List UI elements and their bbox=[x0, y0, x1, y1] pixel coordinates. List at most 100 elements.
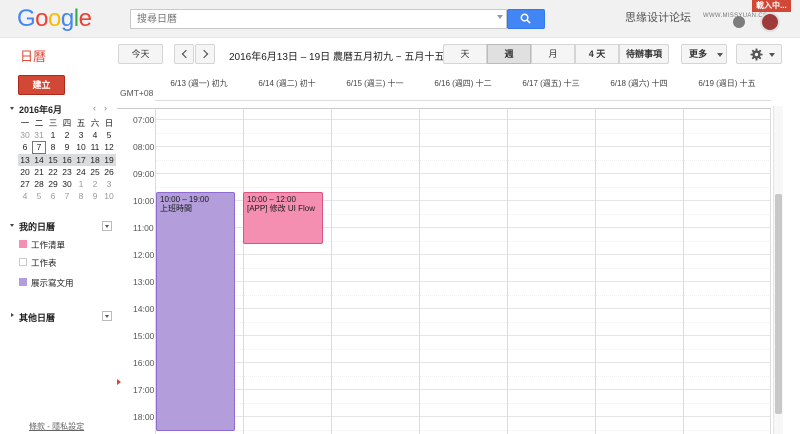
day-header[interactable]: 6/17 (週五) 十三 bbox=[507, 78, 595, 89]
mini-calendar-day[interactable]: 25 bbox=[88, 166, 102, 178]
mini-calendar-day[interactable]: 30 bbox=[60, 178, 74, 190]
mini-calendar-day[interactable]: 12 bbox=[102, 141, 116, 153]
hour-row[interactable] bbox=[155, 146, 771, 173]
hour-row[interactable] bbox=[155, 254, 771, 281]
mini-calendar-day[interactable]: 2 bbox=[88, 178, 102, 190]
mini-calendar-day[interactable]: 6 bbox=[18, 141, 32, 153]
mini-calendar-day[interactable]: 15 bbox=[46, 153, 60, 166]
hour-row[interactable] bbox=[155, 281, 771, 308]
mini-calendar-day[interactable]: 20 bbox=[18, 166, 32, 178]
hour-row[interactable] bbox=[155, 308, 771, 335]
hour-row[interactable] bbox=[155, 109, 771, 119]
other-calendars-menu-button[interactable] bbox=[102, 311, 112, 321]
search-input[interactable] bbox=[131, 10, 493, 28]
hour-row[interactable] bbox=[155, 362, 771, 389]
scrollbar-thumb[interactable] bbox=[775, 194, 782, 414]
view-agenda-button[interactable]: 待辦事項 bbox=[619, 44, 669, 64]
more-button[interactable]: 更多 bbox=[681, 44, 727, 64]
next-period-button[interactable] bbox=[195, 44, 215, 64]
expand-other-calendars-icon[interactable] bbox=[11, 313, 14, 317]
day-header[interactable]: 6/13 (週一) 初九 bbox=[155, 78, 243, 89]
mini-calendar-day[interactable]: 4 bbox=[18, 190, 32, 202]
avatar[interactable] bbox=[760, 12, 780, 32]
collapse-mini-calendar-icon[interactable] bbox=[10, 107, 14, 110]
mini-calendar-day[interactable]: 24 bbox=[74, 166, 88, 178]
other-calendars-title[interactable]: 其他日曆 bbox=[19, 311, 55, 324]
mini-calendar-week: 27 28 29 30 1 2 3 bbox=[18, 178, 116, 190]
mini-calendar-day[interactable]: 19 bbox=[102, 153, 116, 166]
mini-calendar-day[interactable]: 5 bbox=[32, 190, 46, 202]
mini-calendar-day[interactable]: 21 bbox=[32, 166, 46, 178]
mini-calendar-day[interactable]: 2 bbox=[60, 129, 74, 141]
view-day-button[interactable]: 天 bbox=[443, 44, 487, 64]
mini-calendar-day[interactable]: 5 bbox=[102, 129, 116, 141]
mini-calendar-day[interactable]: 11 bbox=[88, 141, 102, 153]
mini-calendar-day[interactable]: 18 bbox=[88, 153, 102, 166]
view-month-button[interactable]: 月 bbox=[531, 44, 575, 64]
search-button[interactable] bbox=[507, 9, 545, 29]
mini-calendar-prev-button[interactable]: ‹ bbox=[93, 103, 96, 113]
mini-calendar-day[interactable]: 8 bbox=[46, 141, 60, 153]
mini-calendar-day[interactable]: 28 bbox=[32, 178, 46, 190]
previous-period-button[interactable] bbox=[174, 44, 194, 64]
event-work-hours[interactable]: 10:00 – 19:00 上班時間 bbox=[156, 192, 235, 431]
calendar-color-swatch[interactable] bbox=[19, 278, 27, 286]
day-header[interactable]: 6/19 (週日) 十五 bbox=[683, 78, 771, 89]
day-header[interactable]: 6/15 (週三) 十一 bbox=[331, 78, 419, 89]
day-header[interactable]: 6/16 (週四) 十二 bbox=[419, 78, 507, 89]
mini-calendar-day[interactable]: 29 bbox=[46, 178, 60, 190]
settings-button[interactable] bbox=[736, 44, 782, 64]
mini-calendar-day[interactable]: 10 bbox=[102, 190, 116, 202]
mini-calendar-day[interactable]: 8 bbox=[74, 190, 88, 202]
date-range-title: 2016年6月13日 – 19日 農曆五月初九 ~ 五月十五 bbox=[229, 52, 445, 63]
mini-calendar-day[interactable]: 23 bbox=[60, 166, 74, 178]
mini-calendar-day[interactable]: 7 bbox=[60, 190, 74, 202]
mini-calendar-day[interactable]: 26 bbox=[102, 166, 116, 178]
mini-calendar-day[interactable]: 4 bbox=[88, 129, 102, 141]
mini-calendar-day[interactable]: 30 bbox=[18, 129, 32, 141]
mini-calendar-day[interactable]: 14 bbox=[32, 153, 46, 166]
google-logo[interactable]: Google bbox=[17, 6, 92, 32]
event-modify-ui-flow[interactable]: 10:00 – 12:00 [APP] 修改 UI Flow bbox=[243, 192, 323, 244]
day-column-divider bbox=[683, 109, 684, 434]
mini-calendar-day[interactable]: 17 bbox=[74, 153, 88, 166]
mini-calendar-day[interactable]: 3 bbox=[102, 178, 116, 190]
mini-calendar-day[interactable]: 1 bbox=[46, 129, 60, 141]
hour-row[interactable] bbox=[155, 416, 771, 434]
calendar-color-swatch[interactable] bbox=[19, 258, 27, 266]
mini-calendar-day[interactable]: 1 bbox=[74, 178, 88, 190]
view-4days-button[interactable]: 4 天 bbox=[575, 44, 619, 64]
mini-calendar-day[interactable]: 10 bbox=[74, 141, 88, 153]
mini-calendar-next-button[interactable]: › bbox=[104, 103, 107, 113]
mini-calendar-day[interactable]: 3 bbox=[74, 129, 88, 141]
search-options-dropdown-icon[interactable] bbox=[497, 15, 503, 19]
day-column-divider bbox=[331, 109, 332, 434]
app-title[interactable]: 日曆 bbox=[20, 46, 46, 65]
hour-row[interactable] bbox=[155, 119, 771, 146]
my-calendars-title[interactable]: 我的日曆 bbox=[19, 220, 55, 233]
notifications-icon[interactable] bbox=[733, 16, 745, 28]
mini-calendar-day[interactable]: 16 bbox=[60, 153, 74, 166]
day-header[interactable]: 6/18 (週六) 十四 bbox=[595, 78, 683, 89]
today-button[interactable]: 今天 bbox=[118, 44, 163, 64]
view-week-button[interactable]: 週 bbox=[487, 44, 531, 64]
mini-calendar-today[interactable]: 7 bbox=[32, 141, 46, 154]
hour-label: 11:00 bbox=[133, 223, 154, 233]
my-calendars-menu-button[interactable] bbox=[102, 221, 112, 231]
terms-privacy-links[interactable]: 條款 - 隱私設定 bbox=[29, 421, 84, 432]
calendar-color-swatch[interactable] bbox=[19, 240, 27, 248]
mini-calendar-day[interactable]: 6 bbox=[46, 190, 60, 202]
day-header[interactable]: 6/14 (週二) 初十 bbox=[243, 78, 331, 89]
hour-row[interactable] bbox=[155, 389, 771, 416]
mini-calendar-day[interactable]: 13 bbox=[18, 153, 32, 166]
mini-calendar-day[interactable]: 22 bbox=[46, 166, 60, 178]
mini-calendar-title[interactable]: 2016年6月 bbox=[19, 103, 62, 116]
create-event-button[interactable]: 建立 bbox=[18, 75, 65, 95]
mini-calendar-day[interactable]: 9 bbox=[88, 190, 102, 202]
mini-calendar-day[interactable]: 31 bbox=[32, 129, 46, 141]
mini-calendar-day[interactable]: 27 bbox=[18, 178, 32, 190]
search-box[interactable] bbox=[130, 9, 507, 29]
mini-calendar-day[interactable]: 9 bbox=[60, 141, 74, 153]
hour-row[interactable] bbox=[155, 335, 771, 362]
collapse-my-calendars-icon[interactable] bbox=[10, 224, 14, 227]
